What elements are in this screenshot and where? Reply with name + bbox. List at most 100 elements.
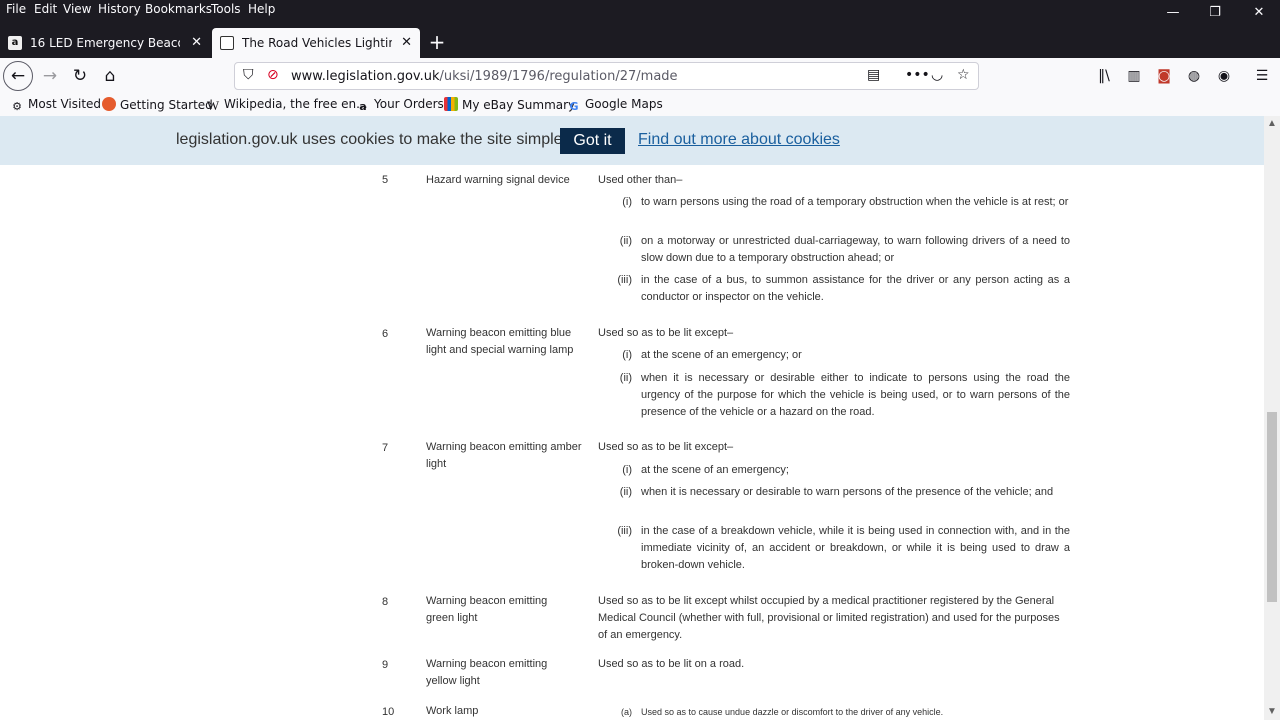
crest-icon <box>220 36 234 50</box>
menu-bar: File Edit View History Bookmarks Tools H… <box>0 0 1280 20</box>
extension-icon[interactable]: ◙ <box>1150 62 1178 90</box>
menu-history[interactable]: History <box>98 2 141 16</box>
lamp-type: Warning beacon emitting yellow light <box>426 658 548 687</box>
sub-number: (i) <box>622 464 632 476</box>
bookmark-your-orders[interactable]: a Your Orders <box>356 97 444 114</box>
bookmark-label: Getting Started <box>120 98 213 112</box>
scroll-down-icon[interactable]: ▼ <box>1264 706 1280 717</box>
account-icon[interactable]: ◉ <box>1210 62 1238 90</box>
bookmark-label: Google Maps <box>585 97 663 111</box>
pocket-icon[interactable]: ◡ <box>931 67 943 83</box>
row-number: 10 <box>382 706 395 718</box>
bookmarks-toolbar: ⚙ Most Visited Getting Started W Wikipedia… <box>0 94 1280 116</box>
scroll-up-icon[interactable]: ▲ <box>1264 118 1280 129</box>
bookmark-getting-started[interactable]: Getting Started <box>102 97 213 112</box>
sub-clause: when it is necessary or desirable to war… <box>641 486 1054 498</box>
page-content: legislation.gov.uk uses cookies to make … <box>0 116 1264 720</box>
back-button[interactable]: ← <box>3 61 33 91</box>
got-it-button[interactable]: Got it <box>560 128 625 154</box>
vertical-scrollbar[interactable]: ▲ ▼ <box>1264 116 1280 720</box>
row-number: 9 <box>382 659 389 671</box>
restore-button[interactable]: ❐ <box>1192 0 1238 28</box>
sub-clause: at the scene of an emergency; or <box>641 349 802 361</box>
tab-emergency-beacon[interactable]: a 16 LED Emergency Beacon Haz ✕ <box>0 28 210 58</box>
tab-road-vehicles-lighting[interactable]: The Road Vehicles Lighting Reg ✕ <box>212 28 420 58</box>
sidebar-icon[interactable]: ▥ <box>1120 62 1148 90</box>
menu-help[interactable]: Help <box>248 2 275 16</box>
tracking-off-icon[interactable]: ⊘ <box>267 67 279 83</box>
menu-edit[interactable]: Edit <box>34 2 57 16</box>
sub-number: (ii) <box>619 486 632 498</box>
shield-icon[interactable]: ⛉ <box>243 67 254 83</box>
wikipedia-icon: W <box>206 98 220 113</box>
extension-globe-icon[interactable]: ◍ <box>1180 62 1208 90</box>
sub-clause: when it is necessary or desirable either… <box>641 372 1070 418</box>
ebay-icon <box>444 97 458 111</box>
use-condition: Used so as to be lit on a road. <box>598 658 745 670</box>
lamp-type: Hazard warning signal device <box>426 174 570 186</box>
bookmark-label: My eBay Summary <box>462 98 576 112</box>
close-window-button[interactable]: ✕ <box>1236 0 1280 28</box>
bookmark-star-icon[interactable]: ☆ <box>957 67 970 83</box>
sub-number: (a) <box>621 707 632 717</box>
sub-number: (iii) <box>617 525 632 537</box>
page-actions-icon[interactable]: ••• <box>905 67 930 83</box>
menu-view[interactable]: View <box>63 2 91 16</box>
sub-clause: in the case of a bus, to summon assistan… <box>641 274 1070 303</box>
amazon-icon: a <box>8 36 22 50</box>
sub-number: (i) <box>622 196 632 208</box>
sub-clause: to warn persons using the road of a temp… <box>641 196 1069 208</box>
lamp-type: Warning beacon emitting amber light <box>426 441 582 470</box>
forward-button[interactable]: → <box>36 62 64 90</box>
hamburger-menu-icon[interactable]: ☰ <box>1248 62 1276 90</box>
navigation-toolbar: ← → ↻ ⌂ ⛉ ⊘ www.legislation.gov.uk/uksi/… <box>0 58 1280 94</box>
sub-clause: in the case of a breakdown vehicle, whil… <box>641 525 1070 571</box>
menu-file[interactable]: File <box>6 2 26 16</box>
sub-number: (i) <box>622 349 632 361</box>
menu-bookmarks[interactable]: Bookmarks <box>145 2 212 16</box>
tab-strip: a 16 LED Emergency Beacon Haz ✕ The Road… <box>0 28 1280 58</box>
bookmark-most-visited[interactable]: ⚙ Most Visited <box>10 97 101 114</box>
amazon-icon: a <box>359 100 367 113</box>
use-condition: Used other than– <box>598 174 683 186</box>
scrollbar-thumb[interactable] <box>1267 412 1277 602</box>
use-condition: Used so as to be lit except whilst occup… <box>598 595 1060 641</box>
bookmark-label: Wikipedia, the free en... <box>224 97 368 111</box>
tab-title: The Road Vehicles Lighting Reg <box>242 36 392 50</box>
gear-icon: ⚙ <box>12 100 22 113</box>
bookmark-wikipedia[interactable]: W Wikipedia, the free en... <box>206 97 368 113</box>
cookie-banner: legislation.gov.uk uses cookies to make … <box>0 116 1264 165</box>
bookmark-label: Most Visited <box>28 97 102 111</box>
tab-title: 16 LED Emergency Beacon Haz <box>30 36 180 50</box>
close-tab-icon[interactable]: ✕ <box>191 28 202 58</box>
reader-view-icon[interactable]: ▤ <box>867 67 880 83</box>
sub-number: (ii) <box>619 235 632 247</box>
browser-chrome: File Edit View History Bookmarks Tools H… <box>0 0 1280 116</box>
minimize-button[interactable]: — <box>1150 0 1196 28</box>
url-text[interactable]: www.legislation.gov.uk/uksi/1989/1796/re… <box>291 69 678 84</box>
google-icon: G <box>569 100 579 113</box>
url-bar[interactable]: ⛉ ⊘ www.legislation.gov.uk/uksi/1989/179… <box>234 62 979 90</box>
menu-tools[interactable]: Tools <box>211 2 241 16</box>
new-tab-button[interactable]: + <box>426 28 448 58</box>
row-number: 5 <box>382 174 389 186</box>
bookmark-google-maps[interactable]: G Google Maps <box>567 97 663 114</box>
url-path: /uksi/1989/1796/regulation/27/made <box>439 69 678 84</box>
use-condition: Used so as to be lit except– <box>598 441 734 453</box>
sub-number: (iii) <box>617 274 632 286</box>
url-host: www.legislation.gov.uk <box>291 69 440 84</box>
sub-number: (ii) <box>619 372 632 384</box>
firefox-icon <box>102 97 116 111</box>
library-icon[interactable]: ‖\ <box>1090 62 1118 90</box>
row-number: 8 <box>382 596 389 608</box>
close-tab-icon[interactable]: ✕ <box>401 28 412 58</box>
cookie-info-link[interactable]: Find out more about cookies <box>638 131 840 149</box>
home-button[interactable]: ⌂ <box>96 62 124 90</box>
cookie-message: legislation.gov.uk uses cookies to make … <box>176 131 572 148</box>
row-number: 7 <box>382 442 389 454</box>
reload-button[interactable]: ↻ <box>66 62 94 90</box>
lamp-type: Warning beacon emitting blue light and s… <box>426 327 574 356</box>
bookmark-ebay[interactable]: My eBay Summary <box>444 97 575 112</box>
use-condition: Used so as to be lit except– <box>598 327 734 339</box>
lamp-type: Work lamp <box>426 705 479 717</box>
